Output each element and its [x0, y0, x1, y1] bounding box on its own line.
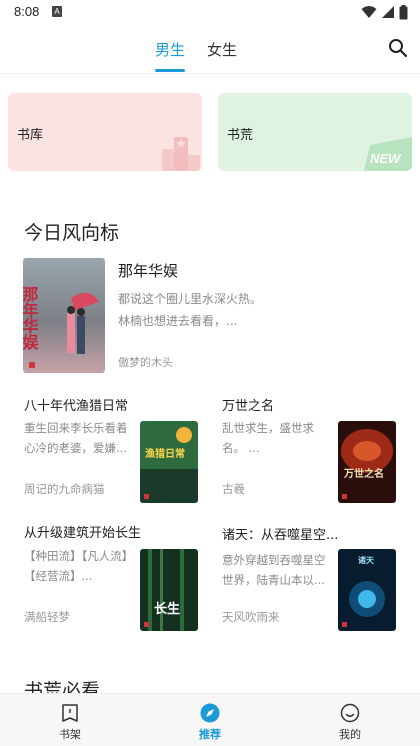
- book-title[interactable]: 八十年代渔猎日常: [24, 395, 128, 414]
- book-desc: 意外穿越到吞噬星空世界，陆青山本以...: [222, 553, 326, 587]
- wifi-icon: [361, 6, 377, 18]
- category-card-book-shortage[interactable]: 书荒 NEW: [218, 93, 412, 171]
- cell-signal-icon: [382, 6, 394, 18]
- book-cover[interactable]: 万世之名: [338, 421, 396, 503]
- search-icon[interactable]: [388, 38, 408, 58]
- book-cover-title: 万世之名: [343, 467, 384, 480]
- book-desc: 重生回来李长乐看着心冷的老婆，爱嫌...: [24, 421, 128, 455]
- nav-label-mine: 我的: [339, 728, 361, 741]
- category-card-library[interactable]: 书库: [8, 93, 202, 171]
- status-bar: 8:08 A: [0, 0, 420, 26]
- nav-bookshelf[interactable]: 书架: [0, 694, 140, 746]
- nav-label-recommend: 推荐: [199, 728, 221, 741]
- bookshelf-icon: [62, 704, 78, 722]
- book-desc: 【种田流】【凡人流】【经营流】...: [24, 549, 128, 583]
- tab-female[interactable]: 女生: [207, 39, 237, 60]
- featured-book-desc: 都说这个圈儿里水深火热。林楠也想进去看看，...: [118, 292, 263, 328]
- active-tab-indicator: [155, 69, 185, 72]
- new-badge-text: NEW: [370, 151, 402, 166]
- featured-book-cover[interactable]: 那年华娱: [23, 258, 105, 373]
- book-title[interactable]: 从升级建筑开始长生: [24, 522, 141, 541]
- smile-icon: [340, 703, 360, 723]
- status-time: 8:08: [14, 4, 40, 19]
- book-cover-title: 渔猎日常: [145, 447, 185, 460]
- section-title-today: 今日风向标: [24, 222, 120, 244]
- notification-a-icon: A: [52, 6, 62, 17]
- battery-icon: [399, 4, 408, 19]
- ranking-podium-icon: [162, 137, 200, 171]
- book-author: 古羲: [222, 482, 245, 496]
- featured-cover-title: 那年华娱: [23, 286, 39, 351]
- featured-book-author: 傲梦的木头: [118, 356, 173, 369]
- book-cover[interactable]: 诸天: [338, 549, 396, 631]
- book-author: 周记的九命病猫: [24, 482, 105, 496]
- book-cover[interactable]: 渔猎日常: [140, 421, 198, 503]
- nav-recommend[interactable]: 推荐: [140, 694, 280, 746]
- book-desc: 乱世求生，盛世求名。 ...: [222, 421, 314, 455]
- tab-male[interactable]: 男生: [155, 39, 185, 60]
- book-author: 天风吹雨来: [222, 610, 280, 624]
- nav-label-bookshelf: 书架: [59, 728, 81, 741]
- top-tab-bar: 男生 女生: [0, 26, 420, 74]
- category-label-library: 书库: [17, 128, 44, 143]
- featured-book-title[interactable]: 那年华娱: [118, 260, 178, 281]
- bottom-nav-bar: 书架 推荐 我的: [0, 693, 420, 746]
- status-icons: [361, 4, 408, 20]
- new-badge-icon: NEW: [364, 137, 412, 171]
- nav-mine[interactable]: 我的: [280, 694, 420, 746]
- book-cover-title: 诸天: [358, 555, 375, 565]
- book-cover[interactable]: 长生: [140, 549, 198, 631]
- book-cover-title: 长生: [154, 601, 180, 617]
- book-author: 满船轻梦: [24, 610, 70, 624]
- book-title[interactable]: 万世之名: [222, 395, 274, 414]
- compass-icon: [200, 703, 220, 723]
- category-label-book-shortage: 书荒: [227, 128, 254, 143]
- book-title[interactable]: 诸天：从吞噬星空...: [222, 524, 338, 543]
